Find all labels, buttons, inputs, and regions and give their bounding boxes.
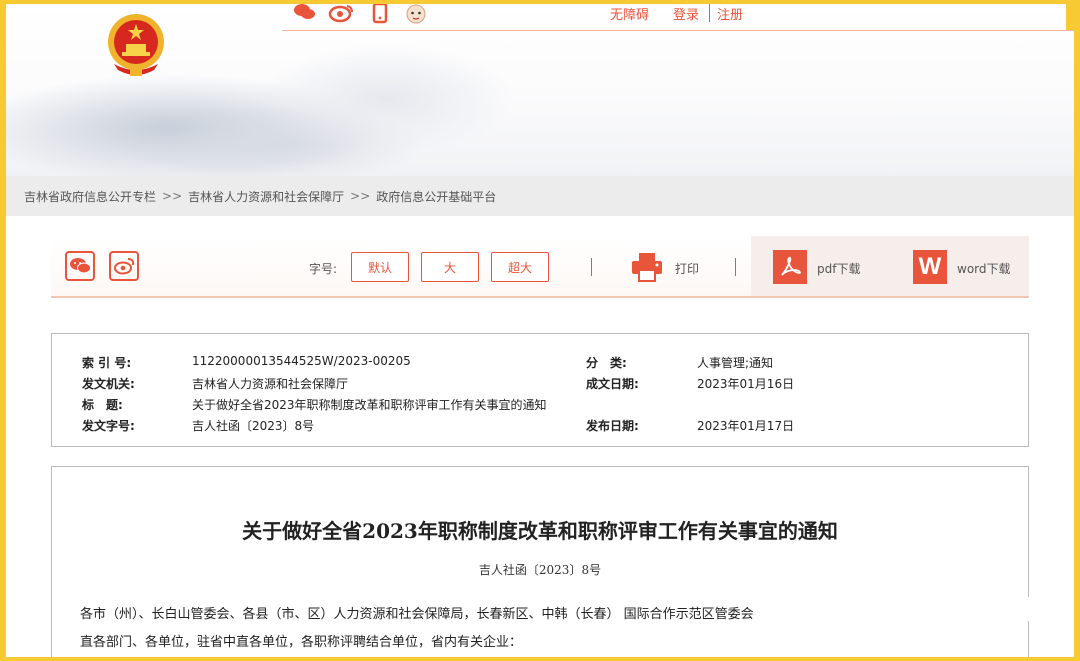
meta-row: 发文字号: 吉人社函〔2023〕8号 发布日期: 2023年01月17日 xyxy=(52,417,1028,437)
category-label: 分 类: xyxy=(586,356,627,370)
font-size-label: 字号: xyxy=(309,262,338,276)
index-label: 索 引 号: xyxy=(82,356,132,370)
share-weibo-button[interactable] xyxy=(109,251,139,281)
meta-row: 发文机关: 吉林省人力资源和社会保障厅 成文日期: 2023年01月16日 xyxy=(52,375,1028,395)
issuer-value: 吉林省人力资源和社会保障厅 xyxy=(192,377,349,391)
breadcrumb-separator: >> xyxy=(350,189,371,203)
article-paragraph: 各市（州）、长白山管委会、各县（市、区）人力资源和社会保障局，长春新区、中韩（长… xyxy=(80,607,754,622)
created-date-value: 2023年01月16日 xyxy=(697,377,795,391)
word-download-button[interactable]: word下载 xyxy=(957,260,1011,277)
issuer-label: 发文机关: xyxy=(82,377,135,391)
header-mist xyxy=(256,44,516,154)
article-title: 关于做好全省2023年职称制度改革和职称评审工作有关事宜的通知 xyxy=(242,519,838,543)
meta-row: 标 题: 关于做好全省2023年职称制度改革和职称评审工作有关事宜的通知 xyxy=(52,396,1028,416)
breadcrumb-item-hrss[interactable]: 吉林省人力资源和社会保障厅 xyxy=(188,188,344,205)
weibo-icon[interactable] xyxy=(328,4,354,24)
article-doc-number: 吉人社函〔2023〕8号 xyxy=(478,563,602,577)
wechat-icon[interactable] xyxy=(292,4,316,24)
font-size-xlarge-button[interactable]: 超大 xyxy=(491,252,549,282)
breadcrumb-separator: >> xyxy=(162,189,183,203)
article-paragraph: 直各部门、各单位，驻省中直各单位，各职称评聘结合单位，省内有关企业： xyxy=(80,635,523,650)
breadcrumb-item-platform[interactable]: 政府信息公开基础平台 xyxy=(376,188,496,205)
mobile-icon[interactable] xyxy=(372,4,388,24)
pdf-download-button[interactable]: pdf下载 xyxy=(817,260,860,277)
page-frame: 无障碍 登录 注册 吉林省政府信息公开专栏 >> 吉林省人力资源和社会保障厅 >… xyxy=(6,4,1074,657)
title-value: 关于做好全省2023年职称制度改革和职称评审工作有关事宜的通知 xyxy=(192,398,547,412)
article-body: 关于做好全省2023年职称制度改革和职称评审工作有关事宜的通知 吉人社函〔202… xyxy=(51,466,1030,657)
doc-number-label: 发文字号: xyxy=(82,419,135,433)
meta-row: 索 引 号: 11220000013544525W/2023-00205 分 类… xyxy=(52,354,1028,374)
created-date-label: 成文日期: xyxy=(586,377,639,391)
word-icon[interactable]: W xyxy=(913,250,947,284)
font-size-large-button[interactable]: 大 xyxy=(421,252,479,282)
login-link[interactable]: 登录 xyxy=(673,4,699,23)
topbar-separator xyxy=(709,4,710,22)
accessibility-link[interactable]: 无障碍 xyxy=(610,4,649,23)
font-size-default-button[interactable]: 默认 xyxy=(351,252,409,282)
title-label: 标 题: xyxy=(82,398,123,412)
share-wechat-button[interactable] xyxy=(65,251,95,281)
mascot-icon[interactable] xyxy=(404,4,428,24)
weibo-icon xyxy=(114,258,135,275)
printer-icon[interactable] xyxy=(631,252,663,282)
breadcrumb: 吉林省政府信息公开专栏 >> 吉林省人力资源和社会保障厅 >> 政府信息公开基础… xyxy=(6,176,1074,216)
article-toolbar: 字号: 默认 大 超大 打印 pdf下载 W word下载 xyxy=(51,236,1029,298)
print-button[interactable]: 打印 xyxy=(675,260,699,277)
toolbar-separator xyxy=(591,258,592,276)
wechat-icon xyxy=(70,258,91,274)
national-emblem-icon[interactable] xyxy=(104,12,168,78)
toolbar-separator xyxy=(735,258,736,276)
site-header: 无障碍 登录 注册 xyxy=(6,4,1074,176)
doc-number-value: 吉人社函〔2023〕8号 xyxy=(192,419,315,433)
published-date-label: 发布日期: xyxy=(586,419,639,433)
document-metadata: 索 引 号: 11220000013544525W/2023-00205 分 类… xyxy=(51,333,1029,447)
blurred-text-overlay xyxy=(820,597,1030,621)
topbar-divider xyxy=(282,30,1074,31)
register-link[interactable]: 注册 xyxy=(717,4,743,23)
breadcrumb-item-gov-open[interactable]: 吉林省政府信息公开专栏 xyxy=(24,188,156,205)
frame-edge xyxy=(1066,4,1074,30)
index-value: 11220000013544525W/2023-00205 xyxy=(192,354,411,368)
published-date-value: 2023年01月17日 xyxy=(697,419,795,433)
pdf-icon[interactable] xyxy=(773,250,807,284)
category-value: 人事管理;通知 xyxy=(697,356,774,370)
